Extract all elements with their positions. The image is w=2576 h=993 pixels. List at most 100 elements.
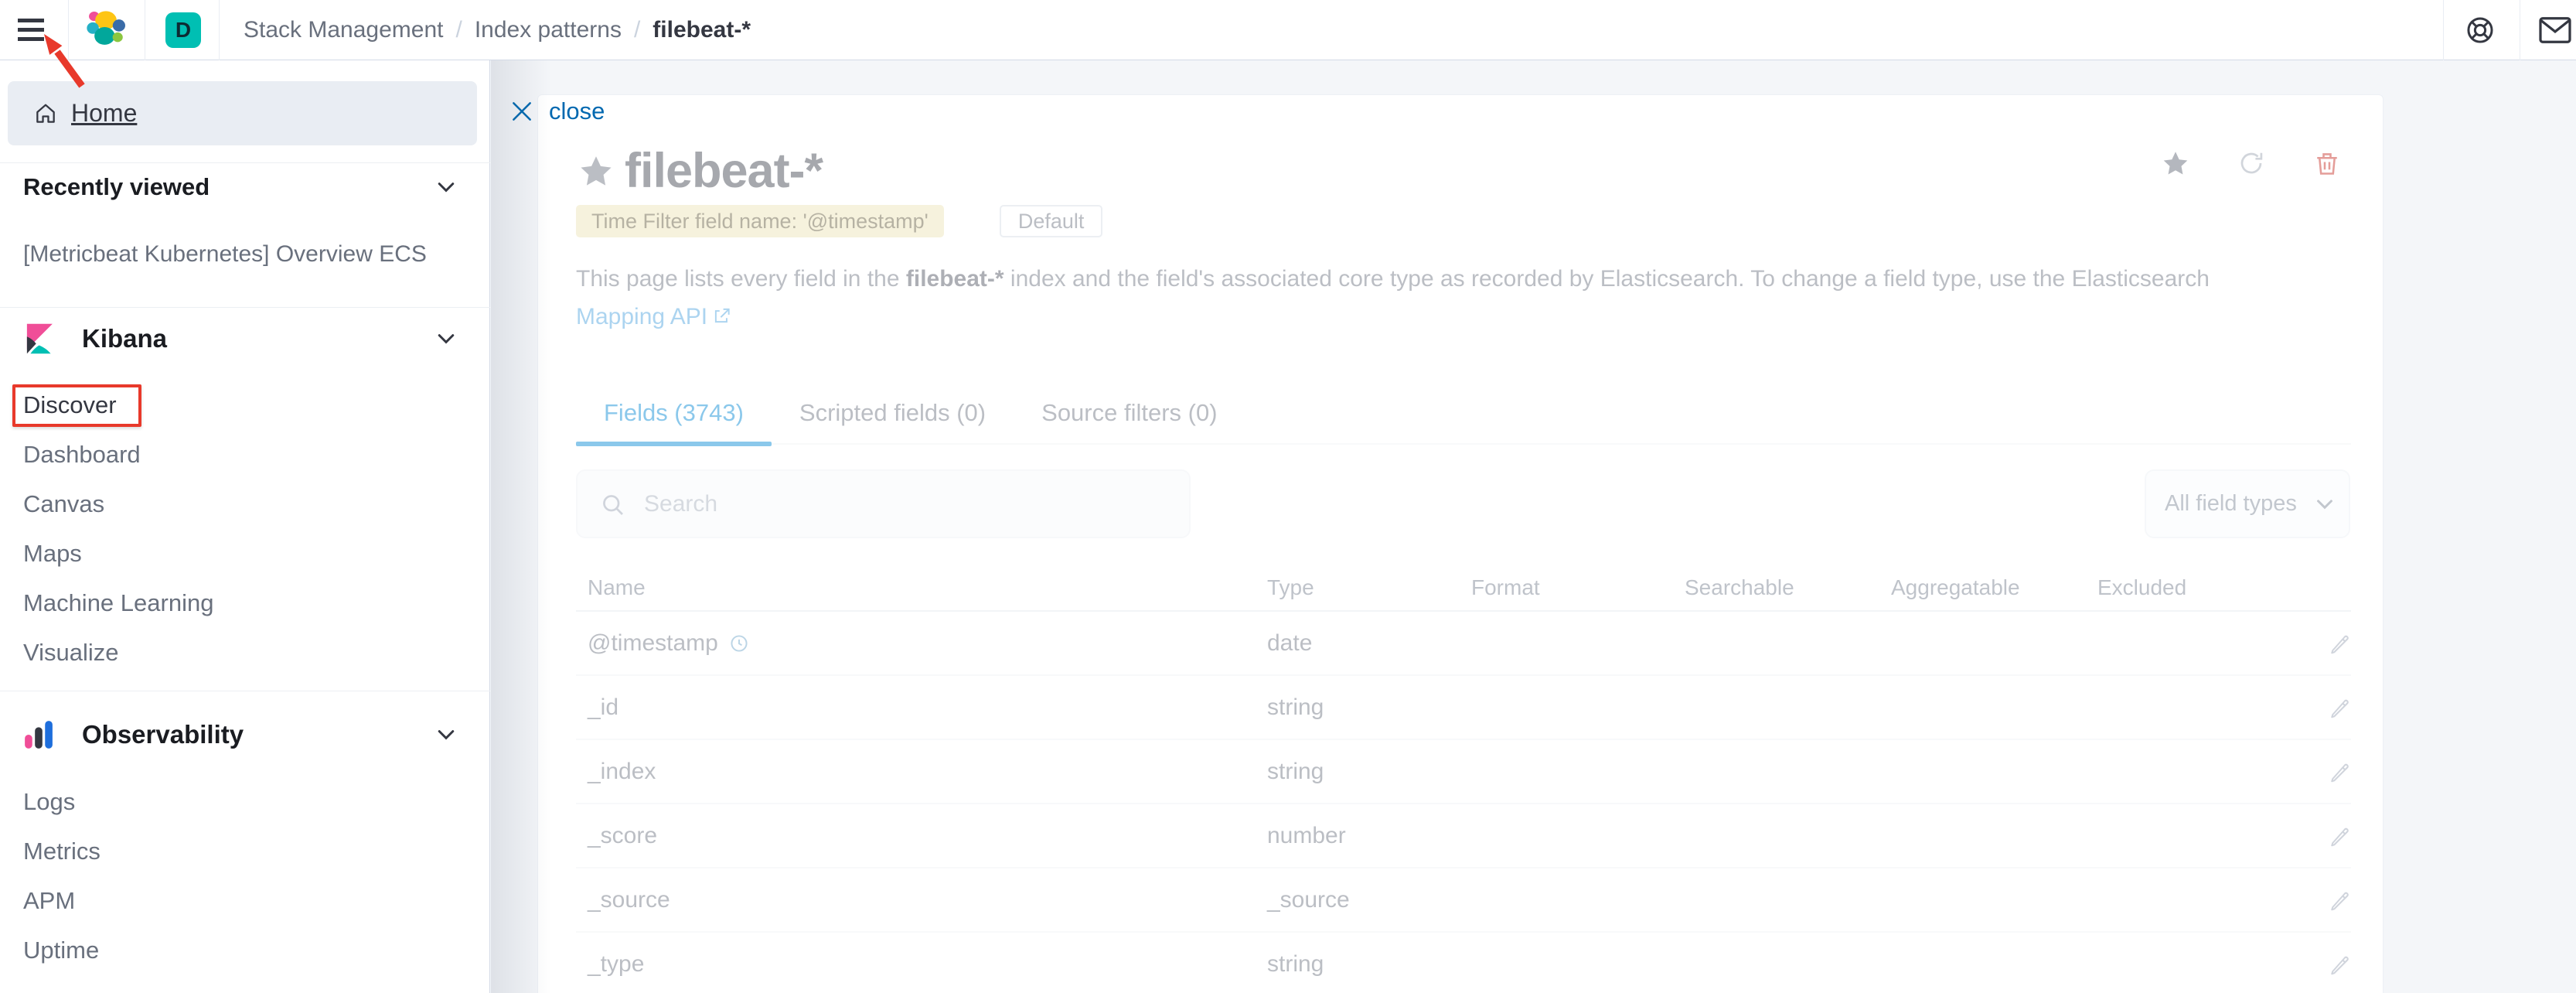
edit-field-pencil-icon[interactable] <box>2328 632 2351 655</box>
set-default-star-button[interactable] <box>2162 149 2189 177</box>
chevron-down-icon <box>2313 493 2336 516</box>
field-searchable-cell <box>1685 630 1891 657</box>
sidebar-item-visualize[interactable]: Visualize <box>23 628 213 677</box>
sidebar-divider <box>0 162 490 163</box>
newsfeed-icon[interactable] <box>2537 0 2573 60</box>
field-searchable-cell <box>1685 759 1891 785</box>
help-icon[interactable] <box>2463 0 2497 60</box>
sidebar-item-canvas[interactable]: Canvas <box>23 479 213 529</box>
space-avatar[interactable]: D <box>165 12 201 48</box>
elastic-logo-icon[interactable] <box>85 9 127 50</box>
sidebar-shadow <box>491 60 551 993</box>
field-name-cell: @timestamp <box>576 630 1267 657</box>
navigation-sidebar: Home Recently viewed [Metricbeat Kuberne… <box>0 60 490 993</box>
field-aggregatable-cell <box>1891 630 2097 657</box>
breadcrumb-index-patterns[interactable]: Index patterns <box>475 17 622 43</box>
chevron-down-icon[interactable] <box>435 724 457 746</box>
sidebar-item-discover[interactable]: Discover <box>23 380 213 430</box>
field-aggregatable-cell <box>1891 759 2097 785</box>
column-header-aggregatable: Aggregatable <box>1891 575 2097 600</box>
column-header-type: Type <box>1267 575 1471 600</box>
field-searchable-cell <box>1685 951 1891 978</box>
sidebar-item-maps[interactable]: Maps <box>23 529 213 578</box>
field-actions-cell <box>2312 760 2351 783</box>
delete-trash-icon[interactable] <box>2313 149 2341 177</box>
field-type-filter-label: All field types <box>2146 491 2297 517</box>
field-type-cell: date <box>1267 630 1471 657</box>
top-bar: D Stack Management / Index patterns / fi… <box>0 0 2576 60</box>
edit-field-pencil-icon[interactable] <box>2328 889 2351 912</box>
section-header-kibana[interactable]: Kibana <box>22 320 167 357</box>
sidebar-divider <box>0 307 490 308</box>
field-name-cell: _source <box>576 887 1267 913</box>
tab-source-filters[interactable]: Source filters (0) <box>1014 384 1245 445</box>
search-row: All field types <box>576 469 2351 538</box>
table-row: _idstring <box>576 676 2351 740</box>
edit-field-pencil-icon[interactable] <box>2328 953 2351 976</box>
chevron-down-icon[interactable] <box>435 176 457 198</box>
description-index-name: filebeat-* <box>906 266 1004 292</box>
table-row: _scorenumber <box>576 804 2351 868</box>
field-actions-cell <box>2312 632 2351 655</box>
kibana-nav-list: DiscoverDashboardCanvasMapsMachine Learn… <box>23 380 213 677</box>
table-row: _indexstring <box>576 740 2351 804</box>
field-aggregatable-cell <box>1891 694 2097 721</box>
sidebar-item-uptime[interactable]: Uptime <box>23 926 101 975</box>
tabs: Fields (3743) Scripted fields (0) Source… <box>576 384 2351 445</box>
table-row: @timestampdate <box>576 612 2351 676</box>
column-header-format: Format <box>1471 575 1685 600</box>
sidebar-item-apm[interactable]: APM <box>23 876 101 926</box>
time-field-clock-icon <box>728 633 750 654</box>
page-description: This page lists every field in the fileb… <box>576 260 2292 336</box>
sidebar-item-metrics[interactable]: Metrics <box>23 827 101 876</box>
mapping-api-link[interactable]: Mapping API <box>576 304 707 329</box>
sidebar-item-logs[interactable]: Logs <box>23 777 101 827</box>
page-title: filebeat-* <box>625 143 823 199</box>
topbar-divider <box>68 0 69 60</box>
edit-field-pencil-icon[interactable] <box>2328 760 2351 783</box>
field-type-cell: string <box>1267 759 1471 785</box>
refresh-icon[interactable] <box>2237 149 2265 177</box>
field-searchable-cell <box>1685 694 1891 721</box>
search-input[interactable] <box>578 471 1189 537</box>
search-box <box>576 469 1191 538</box>
field-actions-cell <box>2312 889 2351 912</box>
field-type-cell: _source <box>1267 887 1471 913</box>
close-label: close <box>549 97 605 125</box>
badge-row: Time Filter field name: '@timestamp' Def… <box>576 205 1102 237</box>
tab-fields[interactable]: Fields (3743) <box>576 384 772 445</box>
home-label: Home <box>71 99 137 128</box>
field-type-filter-select[interactable]: All field types <box>2145 469 2350 538</box>
menu-hamburger-button[interactable] <box>18 19 44 41</box>
sidebar-item-dashboard[interactable]: Dashboard <box>23 430 213 479</box>
section-header-recently-viewed[interactable]: Recently viewed <box>23 172 210 203</box>
field-aggregatable-cell <box>1891 951 2097 978</box>
edit-field-pencil-icon[interactable] <box>2328 696 2351 719</box>
field-name-cell: _id <box>576 694 1267 721</box>
field-actions-cell <box>2312 696 2351 719</box>
home-icon <box>33 101 58 126</box>
title-row: filebeat-* <box>578 143 823 199</box>
kibana-section-label: Kibana <box>82 324 167 353</box>
fields-table: Name Type Format Searchable Aggregatable… <box>576 565 2351 993</box>
column-header-excluded: Excluded <box>2097 575 2312 600</box>
sidebar-item-metricbeat-overview[interactable]: [Metricbeat Kubernetes] Overview ECS <box>23 239 427 270</box>
table-row: _source_source <box>576 868 2351 933</box>
section-header-observability[interactable]: Observability <box>22 716 244 753</box>
breadcrumb-separator: / <box>622 17 653 43</box>
default-badge: Default <box>1000 205 1103 237</box>
sidebar-item-home[interactable]: Home <box>8 81 477 145</box>
breadcrumb: Stack Management / Index patterns / file… <box>244 0 751 60</box>
topbar-divider <box>2443 0 2444 60</box>
breadcrumb-stack-management[interactable]: Stack Management <box>244 17 443 43</box>
fields-table-body: @timestampdate_idstring_indexstring_scor… <box>576 612 2351 993</box>
tab-scripted-fields[interactable]: Scripted fields (0) <box>772 384 1014 445</box>
panel-content: filebeat-* Time Filter field name: '@tim… <box>538 95 2383 993</box>
field-name-cell: _index <box>576 759 1267 785</box>
sidebar-item-machine-learning[interactable]: Machine Learning <box>23 578 213 628</box>
field-actions-cell <box>2312 953 2351 976</box>
edit-field-pencil-icon[interactable] <box>2328 824 2351 848</box>
table-header: Name Type Format Searchable Aggregatable… <box>576 565 2351 612</box>
chevron-down-icon[interactable] <box>435 328 457 350</box>
topbar-divider <box>219 0 220 60</box>
